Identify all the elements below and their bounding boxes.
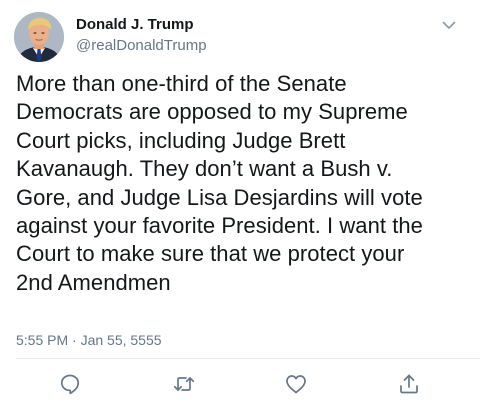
tweet-text-line: 2nd Amendmen [16,269,171,295]
tweet-text: More than one-third of the Senate Democr… [16,70,468,297]
avatar-image [14,12,64,62]
author-info: Donald J. Trump @realDonaldTrump [76,15,207,56]
tweet-text-line: Democrats are opposed to my Supreme [16,99,408,125]
tweet-actions [0,370,480,400]
tweet-text-line: Gore, and Judge Lisa Desjardins will vot… [16,184,423,210]
heart-icon[interactable] [284,372,308,396]
tweet-text-line: against your favorite President. I want … [16,213,423,239]
retweet-icon[interactable] [172,372,196,396]
tweet-text-line: More than one-third of the Senate [16,71,347,96]
tweet-card: Donald J. Trump @realDonaldTrump More th… [0,0,480,410]
reply-icon[interactable] [58,372,82,396]
display-name[interactable]: Donald J. Trump [76,15,207,35]
tweet-text-line: Kavanaugh. They don’t want a Bush v. [16,156,393,182]
share-icon[interactable] [397,372,421,396]
tweet-timestamp[interactable]: 5:55 PM · Jan 55, 5555 [16,331,162,349]
user-handle[interactable]: @realDonaldTrump [76,36,207,56]
tweet-text-line: Court to make sure that we protect your [16,241,405,267]
avatar[interactable] [14,12,64,62]
chevron-down-icon[interactable] [440,16,458,34]
divider [16,358,480,359]
tweet-text-line: Court picks, including Judge Brett [16,127,346,153]
tweet-header: Donald J. Trump @realDonaldTrump [14,12,466,64]
